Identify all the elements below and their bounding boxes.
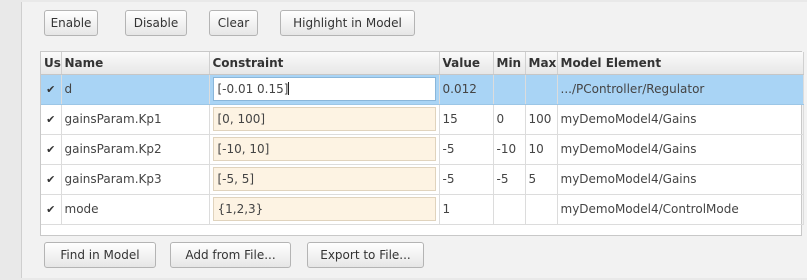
constraint-input[interactable]: [-10, 10]: [212, 137, 436, 161]
name-cell: mode: [61, 194, 210, 225]
checkmark-icon[interactable]: ✔: [45, 204, 57, 216]
checkmark-icon[interactable]: ✔: [45, 114, 57, 126]
add-from-file-button[interactable]: Add from File...: [170, 242, 291, 268]
min-cell: [493, 194, 526, 225]
highlight-in-model-button[interactable]: Highlight in Model: [280, 10, 415, 36]
export-to-file-button[interactable]: Export to File...: [307, 242, 424, 268]
column-header-min[interactable]: Min: [493, 52, 526, 75]
checkmark-icon[interactable]: ✔: [45, 144, 57, 156]
table-row[interactable]: ✔ gainsParam.Kp1 [0, 100] 15 0 100 myDem…: [41, 104, 804, 135]
checkmark-icon[interactable]: ✔: [45, 84, 57, 96]
max-cell: 100: [525, 104, 558, 135]
use-cell[interactable]: ✔: [41, 74, 62, 105]
value-cell: 1: [439, 194, 494, 225]
min-cell: [493, 74, 526, 105]
constraints-panel: Enable Disable Clear Highlight in Model …: [21, 2, 807, 278]
bottom-toolbar: Find in Model Add from File... Export to…: [22, 242, 807, 274]
checkmark-icon[interactable]: ✔: [45, 174, 57, 186]
top-toolbar: Enable Disable Clear Highlight in Model: [22, 10, 807, 42]
table-row[interactable]: ✔ gainsParam.Kp2 [-10, 10] -5 -10 10 myD…: [41, 134, 804, 165]
table-row[interactable]: ✔ gainsParam.Kp3 [-5, 5] -5 -5 5 myDemoM…: [41, 164, 804, 195]
constraint-cell[interactable]: {1,2,3}: [209, 194, 440, 225]
constraint-input[interactable]: [-0.01 0.15]: [212, 77, 436, 101]
max-cell: 5: [525, 164, 558, 195]
max-cell: [525, 74, 558, 105]
value-cell: -5: [439, 164, 494, 195]
table-row[interactable]: ✔ d [-0.01 0.15] 0.012 .../PController/R…: [41, 74, 804, 105]
value-cell: 0.012: [439, 74, 494, 105]
constraint-cell[interactable]: [-5, 5]: [209, 164, 440, 195]
column-header-name[interactable]: Name: [61, 52, 210, 75]
clear-button[interactable]: Clear: [209, 10, 258, 36]
min-cell: -5: [493, 164, 526, 195]
name-cell: gainsParam.Kp3: [61, 164, 210, 195]
column-header-model-element[interactable]: Model Element: [557, 52, 804, 75]
model-element-cell: myDemoModel4/ControlMode: [557, 194, 804, 225]
enable-button[interactable]: Enable: [44, 10, 98, 36]
column-header-max[interactable]: Max: [525, 52, 558, 75]
constraint-cell[interactable]: [-0.01 0.15]: [209, 74, 440, 105]
column-header-constraint[interactable]: Constraint: [209, 52, 440, 75]
model-element-cell: myDemoModel4/Gains: [557, 134, 804, 165]
text-caret: [288, 82, 290, 95]
table-header-row: Use Name Constraint Value Min Max Model …: [41, 52, 804, 75]
model-element-cell: .../PController/Regulator: [557, 74, 804, 105]
constraint-input[interactable]: {1,2,3}: [212, 197, 436, 221]
min-cell: -10: [493, 134, 526, 165]
use-cell[interactable]: ✔: [41, 164, 62, 195]
constraint-input[interactable]: [0, 100]: [212, 107, 436, 131]
max-cell: [525, 194, 558, 225]
column-header-use[interactable]: Use: [41, 52, 62, 75]
parameter-table: Use Name Constraint Value Min Max Model …: [40, 51, 804, 236]
constraint-text: [-0.01 0.15]: [217, 82, 289, 96]
min-cell: 0: [493, 104, 526, 135]
column-header-value[interactable]: Value: [439, 52, 494, 75]
model-element-cell: myDemoModel4/Gains: [557, 104, 804, 135]
find-in-model-button[interactable]: Find in Model: [44, 242, 156, 268]
value-cell: 15: [439, 104, 494, 135]
constraint-cell[interactable]: [0, 100]: [209, 104, 440, 135]
disable-button[interactable]: Disable: [125, 10, 187, 36]
value-cell: -5: [439, 134, 494, 165]
constraint-cell[interactable]: [-10, 10]: [209, 134, 440, 165]
max-cell: 10: [525, 134, 558, 165]
name-cell: gainsParam.Kp2: [61, 134, 210, 165]
model-element-cell: myDemoModel4/Gains: [557, 164, 804, 195]
use-cell[interactable]: ✔: [41, 104, 62, 135]
use-cell[interactable]: ✔: [41, 194, 62, 225]
name-cell: gainsParam.Kp1: [61, 104, 210, 135]
table-row[interactable]: ✔ mode {1,2,3} 1 myDemoModel4/ControlMod…: [41, 194, 804, 225]
constraint-input[interactable]: [-5, 5]: [212, 167, 436, 191]
name-cell: d: [61, 74, 210, 105]
use-cell[interactable]: ✔: [41, 134, 62, 165]
